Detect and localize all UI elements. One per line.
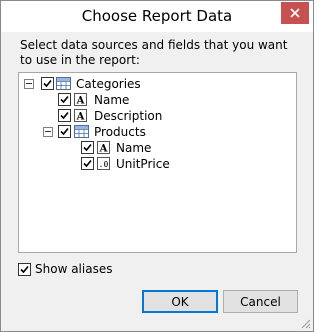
tree-node-label: Description: [94, 109, 163, 123]
table-icon: [74, 125, 89, 138]
ok-button[interactable]: OK: [142, 290, 218, 313]
text-field-icon: A: [74, 109, 87, 122]
checkbox[interactable]: [58, 125, 71, 138]
numeric-field-icon: .0: [97, 157, 110, 170]
tree-node-product-name[interactable]: A Name: [19, 141, 289, 155]
checkbox[interactable]: [81, 141, 94, 154]
tree-node-products[interactable]: Products: [19, 125, 289, 139]
tree-node-label: Name: [94, 93, 130, 107]
dialog-title: Choose Report Data: [81, 7, 233, 25]
tree-node-unitprice[interactable]: .0 UnitPrice: [19, 157, 289, 171]
tree-node-label: UnitPrice: [116, 157, 170, 171]
tree-node-label: Name: [116, 141, 152, 155]
choose-report-data-dialog: Choose Report Data Select data sources a…: [0, 0, 314, 332]
close-icon: [290, 8, 300, 18]
tree-node-label: Categories: [76, 77, 141, 91]
description-text: Select data sources and fields that you …: [20, 38, 288, 67]
tree-node-name[interactable]: A Name: [19, 93, 289, 107]
show-aliases-label[interactable]: Show aliases: [35, 262, 112, 276]
cancel-button[interactable]: Cancel: [223, 290, 298, 313]
tree-node-label: Products: [94, 125, 146, 139]
svg-text:A: A: [99, 144, 108, 155]
data-tree[interactable]: Categories A Name A Description Products…: [18, 72, 297, 253]
resize-grip-icon[interactable]: [299, 317, 311, 329]
svg-text:A: A: [76, 112, 85, 123]
collapse-icon[interactable]: [24, 79, 34, 89]
tree-node-categories[interactable]: Categories: [19, 77, 289, 91]
checkbox[interactable]: [81, 157, 94, 170]
checkbox[interactable]: [41, 77, 54, 90]
tree-node-description[interactable]: A Description: [19, 109, 289, 123]
show-aliases-checkbox[interactable]: [18, 263, 31, 276]
close-button[interactable]: [281, 2, 309, 24]
title-bar: Choose Report Data: [1, 1, 313, 32]
table-icon: [56, 77, 71, 90]
collapse-icon[interactable]: [43, 127, 53, 137]
checkbox[interactable]: [58, 93, 71, 106]
text-field-icon: A: [74, 93, 87, 106]
text-field-icon: A: [97, 141, 110, 154]
svg-text:A: A: [76, 96, 85, 107]
svg-text:.0: .0: [99, 160, 109, 169]
checkbox[interactable]: [58, 109, 71, 122]
